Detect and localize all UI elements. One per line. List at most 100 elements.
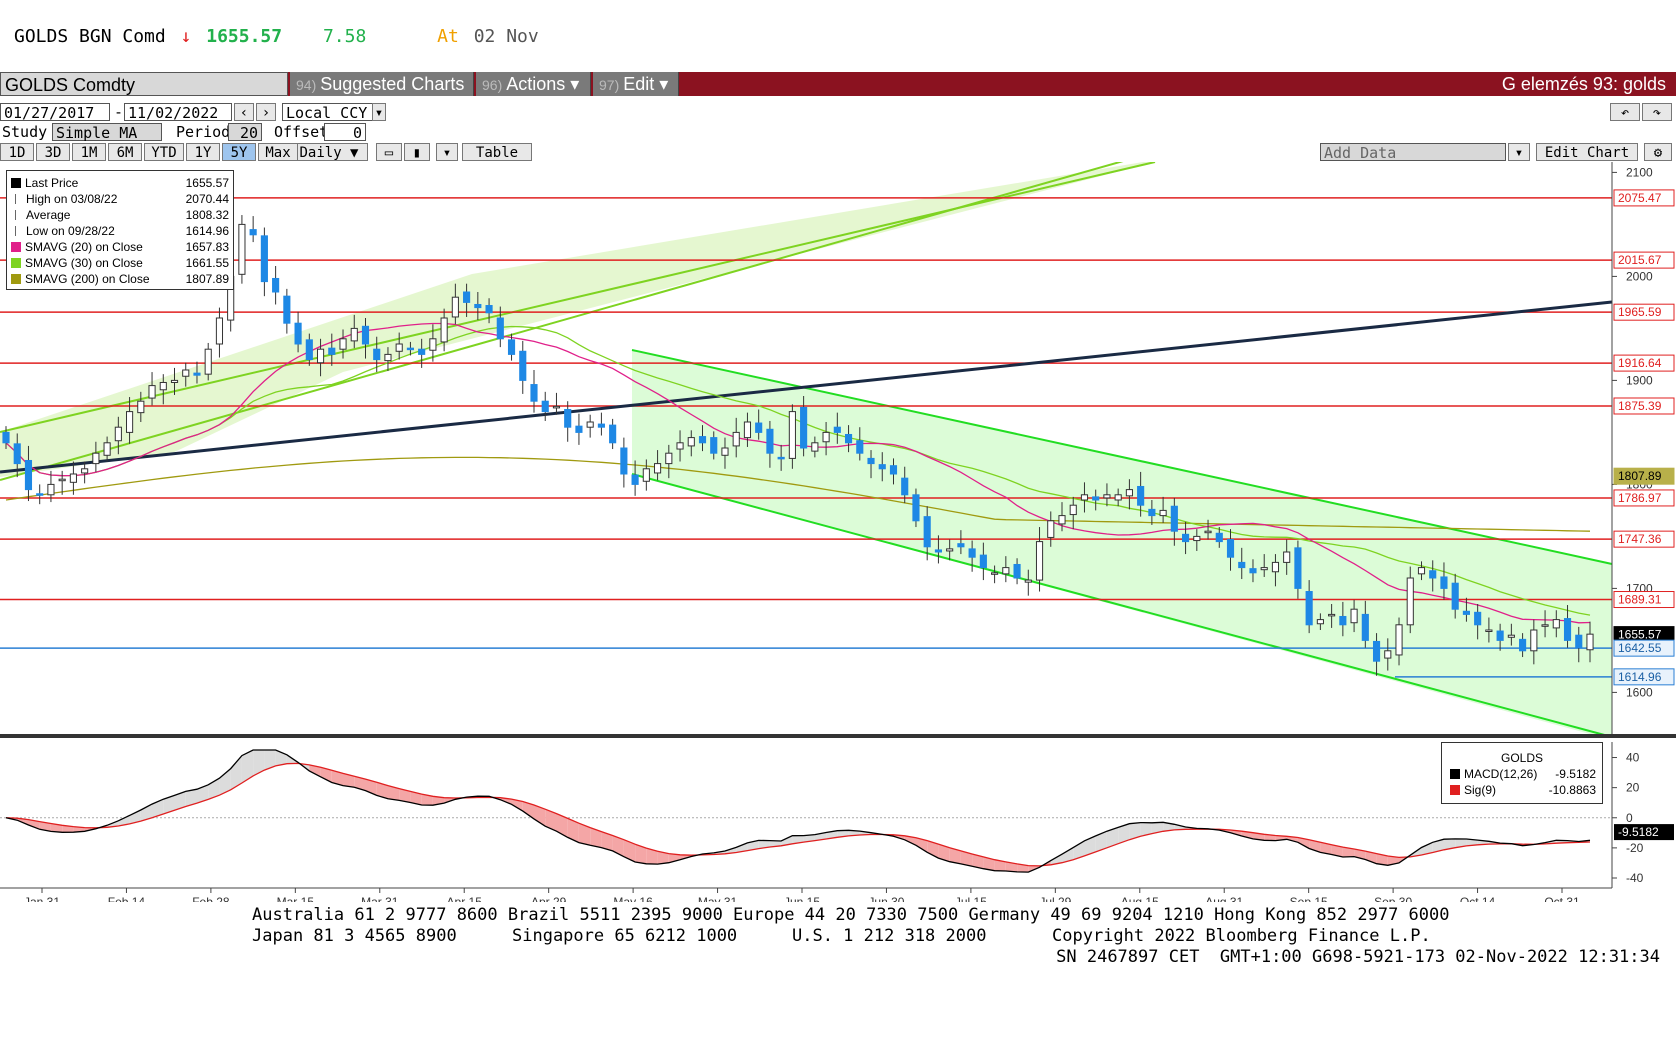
candle-body (1013, 563, 1021, 579)
ticker-line: GOLDS BGN Comd ↓ 1655.57 7.58 At 02 Nov (14, 26, 543, 47)
level-label: 1655.57 (1618, 628, 1662, 642)
x-tick-label: Aug 31 (1205, 895, 1243, 902)
legend-row: SMAVG (200) on Close 1807.89 (11, 271, 229, 287)
candle-body (1058, 515, 1066, 525)
candle-body (1238, 561, 1246, 569)
candle-body (665, 452, 673, 465)
candle-body (979, 554, 987, 569)
add-data-field[interactable]: Add Data (1320, 143, 1506, 162)
candle-body (620, 447, 628, 475)
candle-body (1215, 532, 1223, 543)
candle-body (485, 305, 493, 314)
candle-body (957, 543, 965, 548)
candle-body (294, 322, 302, 345)
range-button-max[interactable]: Max (258, 143, 298, 161)
chart-type-icon[interactable]: ▭ (376, 143, 402, 161)
legend-row: High on 03/08/22 2070.44 (11, 191, 229, 207)
security-field[interactable]: GOLDS Comdty (0, 72, 288, 96)
actions-number: 96) (482, 77, 503, 93)
candle-body (1328, 613, 1336, 617)
x-tick-label: Sep 15 (1290, 895, 1328, 902)
x-tick-label: Sep 30 (1374, 895, 1412, 902)
candle-body (777, 456, 785, 460)
price-chart[interactable]: 1600170018001900200021002075.472015.6719… (0, 162, 1676, 902)
candle-body (856, 440, 864, 454)
range-button-ytd[interactable]: YTD (144, 143, 184, 161)
y-tick-label: 1900 (1626, 373, 1653, 387)
edit-chart-button[interactable]: Edit Chart (1536, 143, 1638, 161)
actions-button[interactable]: 96) Actions ▾ (476, 72, 591, 96)
candle-body (47, 483, 55, 496)
candle-body (1519, 638, 1527, 652)
candle-body (406, 347, 414, 351)
range-button-5y[interactable]: 5Y (222, 143, 256, 161)
candle-body (384, 353, 392, 362)
candle-body (552, 405, 561, 409)
undo-icon[interactable]: ↶ (1610, 103, 1640, 121)
signal-value: -10.8863 (1548, 783, 1596, 797)
level-label: 1807.89 (1618, 469, 1662, 483)
candle-body (519, 350, 527, 381)
frequency-select[interactable]: Daily ▼ (290, 143, 368, 161)
candle-body (788, 411, 796, 459)
redo-icon[interactable]: ↷ (1642, 103, 1672, 121)
offset-field[interactable]: 0 (324, 123, 366, 142)
candle-body (968, 548, 976, 558)
candle-body (328, 347, 336, 355)
range-button-1d[interactable]: 1D (0, 143, 34, 161)
candle-body (1069, 504, 1077, 516)
range-button-1y[interactable]: 1Y (186, 143, 220, 161)
candle-body (1541, 624, 1549, 627)
range-button-3d[interactable]: 3D (36, 143, 70, 161)
candle-body (564, 409, 572, 428)
candle-body (934, 549, 942, 553)
candle-body (530, 384, 538, 402)
range-button-1m[interactable]: 1M (72, 143, 106, 161)
candle-body (305, 339, 313, 361)
type-dropdown-icon[interactable]: ▾ (436, 143, 458, 161)
candle-body (1226, 539, 1235, 558)
currency-dropdown-icon[interactable]: ▾ (372, 103, 386, 121)
last-price: 1655.57 (206, 26, 283, 47)
date-from-field[interactable]: 01/27/2017 (0, 103, 110, 122)
candle-body (1474, 611, 1482, 626)
candle-body (1159, 509, 1167, 517)
candle-body (170, 379, 179, 383)
candle-body (991, 572, 999, 575)
add-data-dropdown-icon[interactable]: ▾ (1508, 143, 1530, 161)
period-field[interactable]: 20 (228, 123, 262, 142)
candle-body (923, 516, 931, 548)
edit-button[interactable]: 97) Edit ▾ (593, 72, 679, 96)
chart-window-title: G elemzés 93: golds (1501, 74, 1666, 94)
candle-body (889, 465, 898, 475)
settings-gear-icon[interactable]: ⚙ (1644, 143, 1672, 161)
candle-body (878, 464, 886, 470)
candle-body (609, 424, 617, 444)
range-button-6m[interactable]: 6M (108, 143, 142, 161)
prev-arrow-icon[interactable]: ‹ (234, 103, 254, 121)
candle-type-icon[interactable]: ▮ (404, 143, 430, 161)
suggested-charts-button[interactable]: 94) Suggested Charts (290, 72, 474, 96)
candle-body (811, 442, 819, 452)
macd-fill (253, 750, 265, 776)
study-select[interactable]: Simple MA (52, 123, 162, 142)
candle-body (204, 348, 212, 375)
legend-label: SMAVG (200) on Close (25, 272, 150, 286)
next-arrow-icon[interactable]: › (256, 103, 276, 121)
level-label: 2015.67 (1618, 253, 1662, 267)
macd-plot (0, 749, 1612, 873)
date-to-field[interactable]: 11/02/2022 (124, 103, 232, 122)
table-button[interactable]: Table (462, 143, 532, 161)
candle-body (1485, 629, 1493, 632)
candle-body (1361, 613, 1369, 641)
legend-value: 1661.55 (185, 256, 229, 270)
level-label: 1786.97 (1618, 491, 1662, 505)
candle-body (1530, 629, 1538, 652)
candle-body (1563, 618, 1572, 641)
currency-select[interactable]: Local CCY (282, 103, 384, 122)
edit-label: Edit ▾ (623, 74, 669, 94)
legend-value: 1657.83 (185, 240, 229, 254)
study-label: Study (2, 123, 48, 141)
candle-body (867, 457, 875, 465)
candle-body (1305, 591, 1313, 626)
